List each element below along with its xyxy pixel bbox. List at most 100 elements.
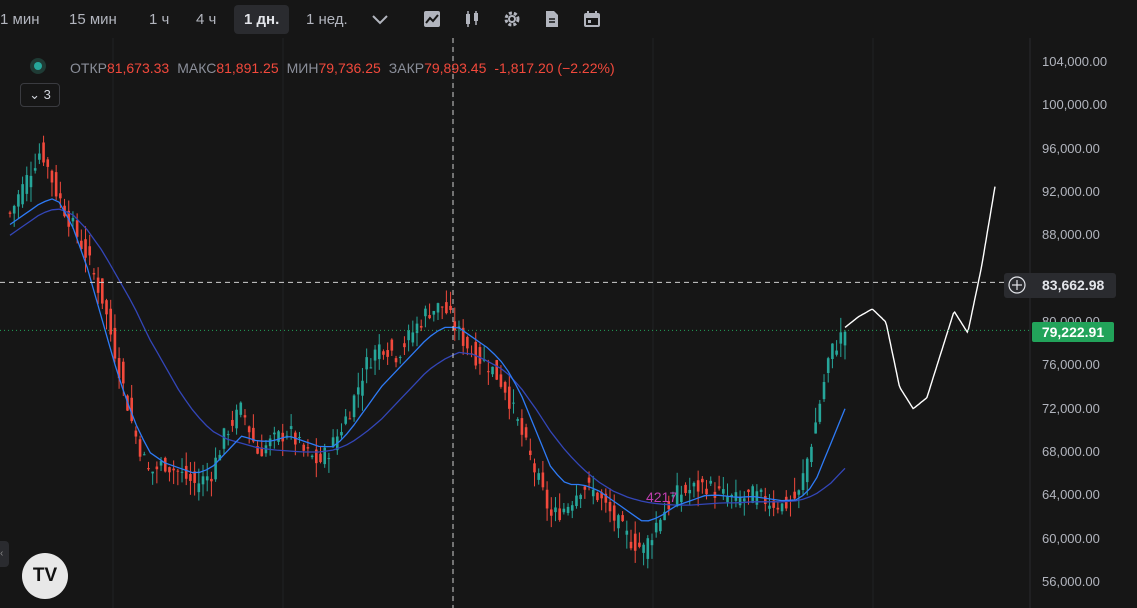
candle-body <box>361 380 364 396</box>
chevron-down-icon[interactable] <box>371 10 389 28</box>
candle-body <box>88 246 92 256</box>
candle-body <box>96 277 100 293</box>
timeframe-15min-button[interactable]: 15 мин <box>69 5 117 34</box>
candle-body <box>579 494 582 500</box>
candle-body <box>365 357 368 370</box>
candle-body <box>151 471 154 474</box>
calendar-icon[interactable] <box>583 10 601 28</box>
candle-body <box>742 498 746 502</box>
timeframe-1d-button[interactable]: 1 дн. <box>234 5 290 34</box>
price-axis-label: 64,000.00 <box>1042 487 1100 503</box>
candle-body <box>566 506 570 513</box>
candle-body <box>323 447 326 465</box>
candle-body <box>625 530 629 535</box>
candle-body <box>575 495 578 507</box>
add-plus-icon[interactable] <box>1008 276 1026 294</box>
timeframe-1h-button[interactable]: 1 ч <box>149 5 169 34</box>
candle-body <box>214 457 217 480</box>
candle-body <box>84 239 87 258</box>
candle-body <box>759 489 763 492</box>
low-value: 79,736.25 <box>318 60 381 76</box>
candle-body <box>231 419 234 426</box>
candle-body <box>411 332 415 343</box>
timeframe-4h-button[interactable]: 4 ч <box>196 5 216 34</box>
candle-body <box>277 431 280 442</box>
candle-body <box>134 430 138 437</box>
candle-body <box>747 489 750 493</box>
candle-body <box>113 327 117 359</box>
timeframe-1min-button[interactable]: 1 мин <box>0 5 40 34</box>
price-axis-label: 60,000.00 <box>1042 530 1100 546</box>
candle-body <box>508 386 511 409</box>
candle-body <box>491 366 494 375</box>
price-axis-label: 96,000.00 <box>1042 140 1100 156</box>
candle-body <box>583 486 587 490</box>
candle-body <box>818 403 822 422</box>
candle-body <box>587 477 591 483</box>
candle-body <box>163 457 167 472</box>
tradingview-logo-icon[interactable]: TV <box>22 553 68 599</box>
price-chart[interactable]: 4217 <box>0 38 1137 608</box>
candle-body <box>705 488 708 495</box>
candle-body <box>680 494 683 503</box>
candle-body <box>407 330 410 341</box>
projection-drawing-line <box>844 186 996 410</box>
candle-body <box>633 533 637 551</box>
candle-body <box>243 415 247 418</box>
price-axis-label: 76,000.00 <box>1042 357 1100 373</box>
indicators-collapse-button[interactable]: ⌄ 3 <box>20 83 60 107</box>
candle-body <box>38 153 41 160</box>
chart-type-icon[interactable] <box>423 10 441 28</box>
candle-body <box>591 489 595 497</box>
open-label: ОТКР <box>70 60 107 76</box>
settings-gear-icon[interactable] <box>503 10 521 28</box>
candle-body <box>419 325 423 328</box>
candle-body <box>835 350 838 355</box>
candle-body <box>352 395 356 418</box>
open-value: 81,673.33 <box>106 60 170 76</box>
indicator-count: 3 <box>43 87 51 102</box>
candle-body <box>8 212 12 214</box>
chart-area[interactable]: 4217 ОТКР81,673.33 МАКС81,891.25 МИН79,736… <box>0 38 1137 608</box>
candlestick-icon[interactable] <box>463 10 481 28</box>
high-value: 81,891.25 <box>216 60 279 76</box>
candle-body <box>109 308 113 335</box>
candle-body <box>168 467 171 473</box>
candle-body <box>839 332 843 344</box>
candle-body <box>327 458 331 460</box>
candle-body <box>650 540 654 546</box>
candle-body <box>797 490 801 495</box>
candle-body <box>159 461 163 466</box>
candle-body <box>478 347 482 364</box>
crosshair-price-tag[interactable]: 83,662.98 <box>1004 273 1116 298</box>
candle-body <box>549 509 553 516</box>
document-icon[interactable] <box>543 10 561 28</box>
candle-body <box>503 382 507 393</box>
candle-body <box>105 300 108 315</box>
candle-body <box>751 486 754 503</box>
candle-body <box>596 492 599 501</box>
current-price-tag: 79,222.91 <box>1032 322 1114 342</box>
candle-body <box>75 220 79 237</box>
candle-body <box>415 323 419 334</box>
candle-body <box>763 496 767 505</box>
candle-body <box>617 515 620 529</box>
candle-body <box>612 505 616 521</box>
candle-body <box>529 450 532 456</box>
candle-body <box>755 491 759 505</box>
change-value: -1,817.20 (−2.22%) <box>494 60 615 76</box>
candle-body <box>369 367 373 369</box>
candle-body <box>21 184 24 205</box>
candle-body <box>92 273 96 275</box>
candle-body <box>516 419 520 421</box>
side-panel-toggle[interactable]: ‹ <box>0 541 9 567</box>
candle-body <box>247 426 251 433</box>
candle-body <box>310 455 314 458</box>
candle-body <box>403 343 406 348</box>
candle-body <box>537 473 540 480</box>
candle-body <box>722 489 725 494</box>
timeframe-1w-button[interactable]: 1 нед. <box>306 5 348 34</box>
moving-average-slow-line <box>9 208 846 506</box>
candle-body <box>147 468 150 470</box>
candle-body <box>810 446 813 462</box>
